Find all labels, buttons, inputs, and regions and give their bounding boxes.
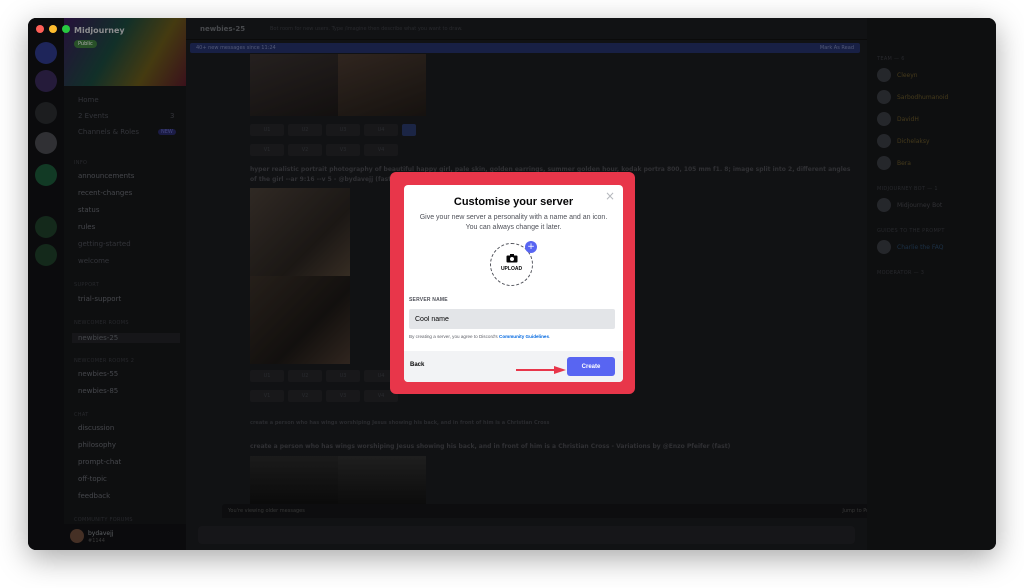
window-controls [36,25,70,33]
community-guidelines-link[interactable]: Community Guidelines [499,334,549,339]
zoom-window-button[interactable] [62,25,70,33]
back-button[interactable]: Back [410,362,424,368]
terms-text: By creating a server, you agree to Disco… [409,334,550,339]
customise-server-modal: × Customise your server Give your new se… [404,185,623,382]
camera-icon [506,254,518,263]
minimize-window-button[interactable] [49,25,57,33]
server-name-label: SERVER NAME [409,297,448,303]
create-button[interactable]: Create [567,357,615,376]
server-name-input[interactable] [409,309,615,329]
modal-subtitle: Give your new server a personality with … [419,214,608,231]
plus-icon[interactable]: + [525,241,537,253]
upload-label: UPLOAD [500,266,523,272]
close-window-button[interactable] [36,25,44,33]
pointer-arrow-icon [516,366,566,374]
modal-title: Customise your server [453,196,574,208]
terms-suffix: . [549,334,551,339]
modal-footer: Back Create [404,351,623,382]
upload-icon-button[interactable]: UPLOAD + [490,241,537,286]
terms-prefix: By creating a server, you agree to Disco… [409,334,499,339]
